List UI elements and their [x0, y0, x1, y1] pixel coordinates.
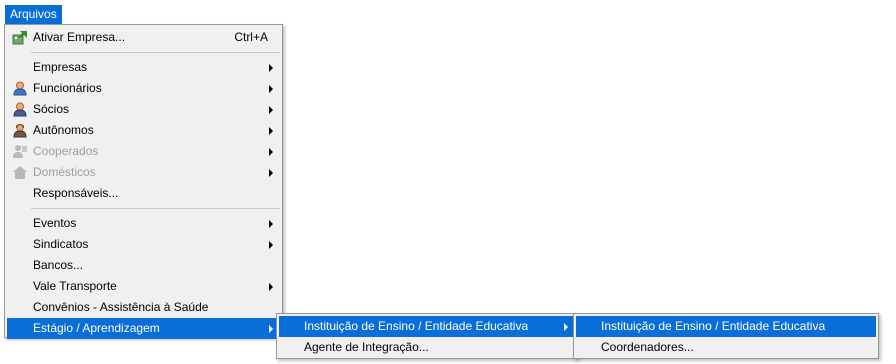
menu-arquivos[interactable]: Arquivos — [5, 5, 62, 24]
submenu-arrow-icon — [269, 169, 273, 177]
arquivos-dropdown-menu: Ativar Empresa... Ctrl+A Empresas Funcio… — [4, 24, 283, 339]
menu-item-label: Estágio / Aprendizagem — [33, 321, 160, 335]
menu-item-bancos[interactable]: Bancos... — [7, 255, 280, 276]
menu-item-funcionarios[interactable]: Funcionários — [7, 78, 280, 99]
submenu-arrow-icon — [269, 325, 273, 333]
partner-person-icon — [13, 102, 27, 117]
employee-person-icon — [13, 81, 27, 96]
menu-item-responsaveis[interactable]: Responsáveis... — [7, 183, 280, 204]
activate-company-icon — [12, 31, 27, 45]
menu-item-coordenadores[interactable]: Coordenadores... — [576, 337, 876, 358]
menu-item-label: Cooperados — [33, 144, 99, 158]
menu-item-label: Ativar Empresa... — [33, 30, 126, 44]
submenu-arrow-icon — [269, 241, 273, 249]
menu-item-label: Sócios — [33, 102, 70, 116]
menu-separator — [31, 52, 280, 53]
menu-item-empresas[interactable]: Empresas — [7, 57, 280, 78]
menu-item-label: Agente de Integração... — [304, 340, 429, 354]
menu-item-sindicatos[interactable]: Sindicatos — [7, 234, 280, 255]
menu-item-label: Funcionários — [33, 81, 102, 95]
menu-item-ativar-empresa[interactable]: Ativar Empresa... Ctrl+A — [7, 27, 280, 48]
menu-item-vale-transporte[interactable]: Vale Transporte — [7, 276, 280, 297]
menu-separator — [31, 208, 280, 209]
menu-item-eventos[interactable]: Eventos — [7, 213, 280, 234]
shortcut-label: Ctrl+A — [234, 30, 268, 44]
menu-item-label: Responsáveis... — [33, 186, 119, 200]
submenu-arrow-icon — [269, 148, 273, 156]
screen: Arquivos Ativar Empresa... Ctrl+A Empres… — [0, 0, 896, 364]
menu-item-label: Bancos... — [33, 258, 84, 272]
menu-item-label: Convênios - Assistência à Saúde — [33, 300, 209, 314]
menu-item-estagio-aprendizagem[interactable]: Estágio / Aprendizagem — [7, 318, 280, 339]
instituicao-submenu: Instituição de Ensino / Entidade Educati… — [573, 313, 879, 359]
menu-item-label: Vale Transporte — [33, 279, 117, 293]
submenu-arrow-icon — [269, 220, 273, 228]
menu-item-label: Autônomos — [33, 123, 94, 137]
menu-item-label: Instituição de Ensino / Entidade Educati… — [304, 319, 529, 333]
menu-item-instituicao-ensino[interactable]: Instituição de Ensino / Entidade Educati… — [279, 316, 575, 337]
menu-item-convenios[interactable]: Convênios - Assistência à Saúde — [7, 297, 280, 318]
menu-item-label: Sindicatos — [33, 237, 89, 251]
estagio-submenu: Instituição de Ensino / Entidade Educati… — [276, 313, 578, 359]
submenu-arrow-icon — [269, 64, 273, 72]
menu-item-socios[interactable]: Sócios — [7, 99, 280, 120]
menu-item-autonomos[interactable]: Autônomos — [7, 120, 280, 141]
domestic-house-icon — [13, 166, 27, 179]
menu-item-agente-integracao[interactable]: Agente de Integração... — [279, 337, 575, 358]
menu-item-label: Coordenadores... — [601, 340, 694, 354]
submenu-arrow-icon — [269, 106, 273, 114]
submenu-arrow-icon — [269, 127, 273, 135]
freelancer-person-icon — [13, 124, 27, 138]
menu-item-instituicao-ensino-cadastro[interactable]: Instituição de Ensino / Entidade Educati… — [576, 316, 876, 337]
menu-item-label: Instituição de Ensino / Entidade Educati… — [601, 319, 826, 333]
menu-item-domesticos[interactable]: Domésticos — [7, 162, 280, 183]
submenu-arrow-icon — [269, 283, 273, 291]
menu-item-label: Empresas — [33, 60, 88, 74]
submenu-arrow-icon — [269, 85, 273, 93]
menu-item-cooperados[interactable]: Cooperados — [7, 141, 280, 162]
cooperative-icon — [13, 145, 27, 158]
submenu-arrow-icon — [564, 323, 568, 331]
menu-item-label: Domésticos — [33, 165, 96, 179]
menu-item-label: Eventos — [33, 216, 77, 230]
